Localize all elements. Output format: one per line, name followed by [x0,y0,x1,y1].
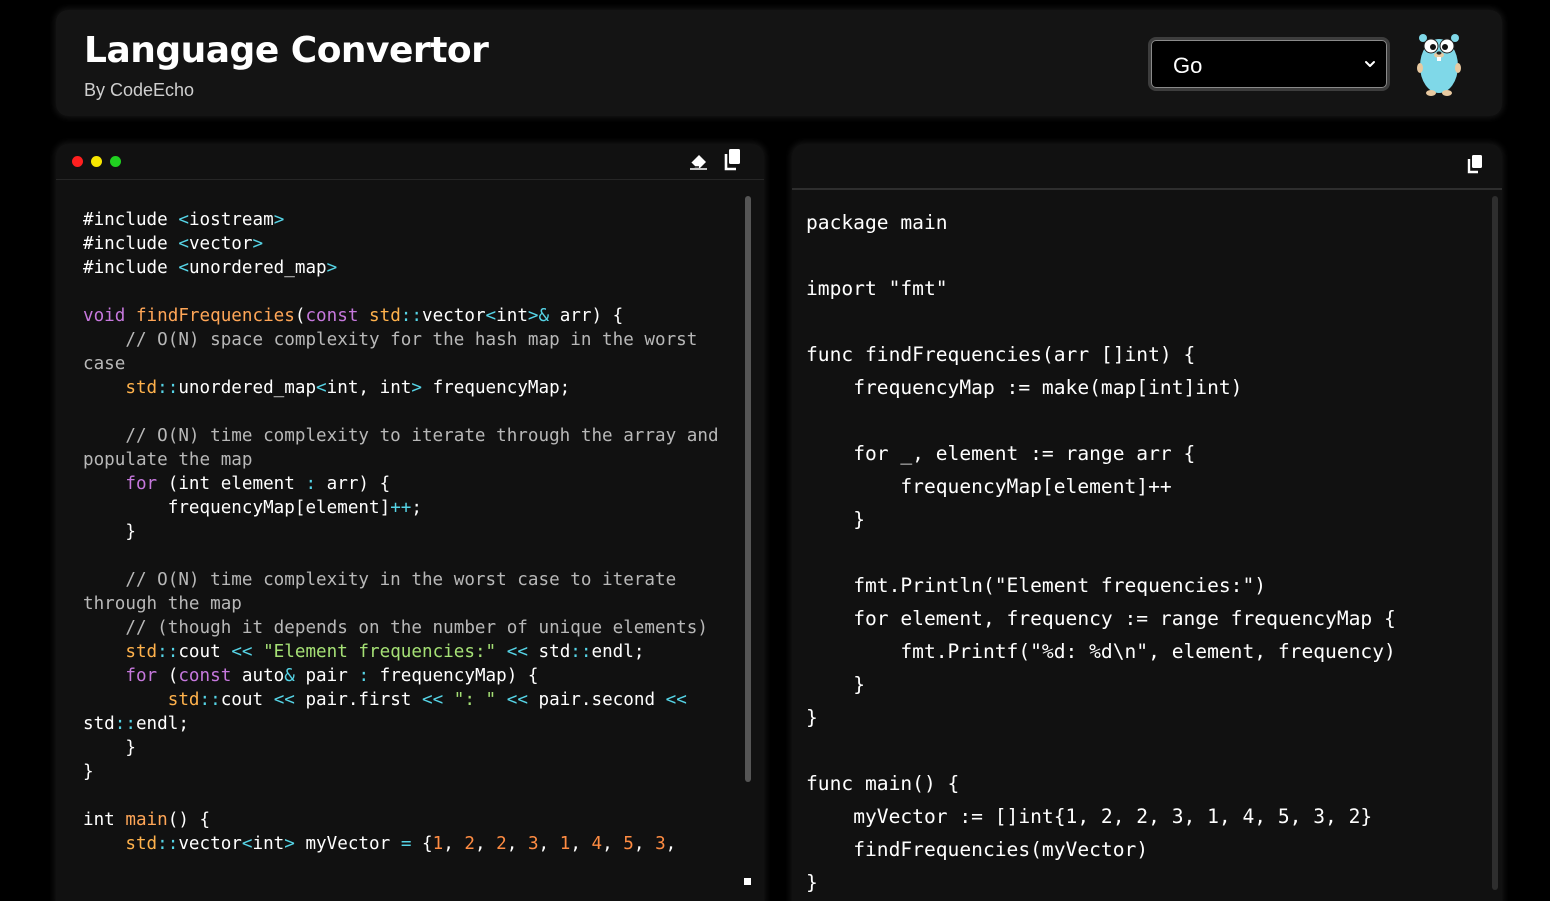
target-language-select[interactable]: Go [1148,37,1390,91]
code-line: } [806,706,818,729]
code-line: for element, frequency := range frequenc… [806,607,1396,630]
app-header: Language Convertor By CodeEcho Go [56,10,1502,116]
code-line: #include <vector> [83,234,264,254]
eraser-icon[interactable] [688,150,710,172]
code-line: for (int element : arr) { [125,474,391,494]
code-line: // O(N) space complexity for the hash ma… [83,330,708,374]
code-line: std::unordered_map<int, int> frequencyMa… [125,378,571,398]
source-panel-toolbar [56,144,764,180]
code-line: } [806,673,865,696]
source-code-panel: #include <iostream> #include <vector> #i… [56,144,764,901]
go-gopher-icon [1417,34,1461,96]
chevron-down-icon [1365,61,1375,67]
code-line: findFrequencies(myVector) [806,838,1149,861]
code-line: #include <unordered_map> [83,258,338,278]
converted-code-output: package main import "fmt" func findFrequ… [806,206,1466,899]
code-line: frequencyMap[element]++; [83,498,422,518]
code-line: std::cout << pair.first << ": " << pair.… [83,690,698,734]
code-line: fmt.Printf("%d: %d\n", element, frequenc… [806,640,1396,663]
code-line: myVector := []int{1, 2, 2, 3, 1, 4, 5, 3… [806,805,1373,828]
code-line: fmt.Println("Element frequencies:") [806,574,1267,597]
code-line: func main() { [806,772,960,795]
window-dot-yellow [91,156,102,167]
code-line: std::cout << "Element frequencies:" << s… [125,642,645,662]
source-code-editor[interactable]: #include <iostream> #include <vector> #i… [83,208,733,856]
source-scrollbar[interactable] [745,196,751,782]
converted-code-panel: package main import "fmt" func findFrequ… [792,144,1502,901]
code-line: } [83,522,136,542]
copy-icon[interactable] [722,148,742,172]
code-line: for (const auto& pair : frequencyMap) { [125,666,539,686]
app-title: Language Convertor [84,30,489,71]
code-line: } [806,508,865,531]
output-scrollbar[interactable] [1492,196,1498,890]
window-dot-red [72,156,83,167]
code-line: } [806,871,818,894]
code-line: for _, element := range arr { [806,442,1196,465]
code-line: frequencyMap[element]++ [806,475,1172,498]
app-subtitle: By CodeEcho [84,80,195,100]
output-panel-toolbar [792,144,1502,190]
code-line: func findFrequencies(arr []int) { [806,343,1196,366]
code-line: // (though it depends on the number of u… [83,618,708,638]
code-line: package main [806,211,948,234]
code-line: int main() { [83,810,211,830]
code-line: // O(N) time complexity in the worst cas… [83,570,687,614]
window-dot-green [110,156,121,167]
code-line: #include <iostream> [83,210,285,230]
code-line: import "fmt" [806,277,948,300]
copy-icon[interactable] [1466,154,1484,174]
resize-handle[interactable] [744,878,751,885]
code-line: frequencyMap := make(map[int]int) [806,376,1243,399]
code-line: } [83,762,94,782]
code-line: std::vector<int> myVector = {1, 2, 2, 3,… [125,834,677,854]
code-line: } [83,738,136,758]
code-line: // O(N) time complexity to iterate throu… [83,426,730,470]
target-language-value: Go [1173,53,1203,78]
code-line: void findFrequencies(const std::vector<i… [83,306,624,326]
